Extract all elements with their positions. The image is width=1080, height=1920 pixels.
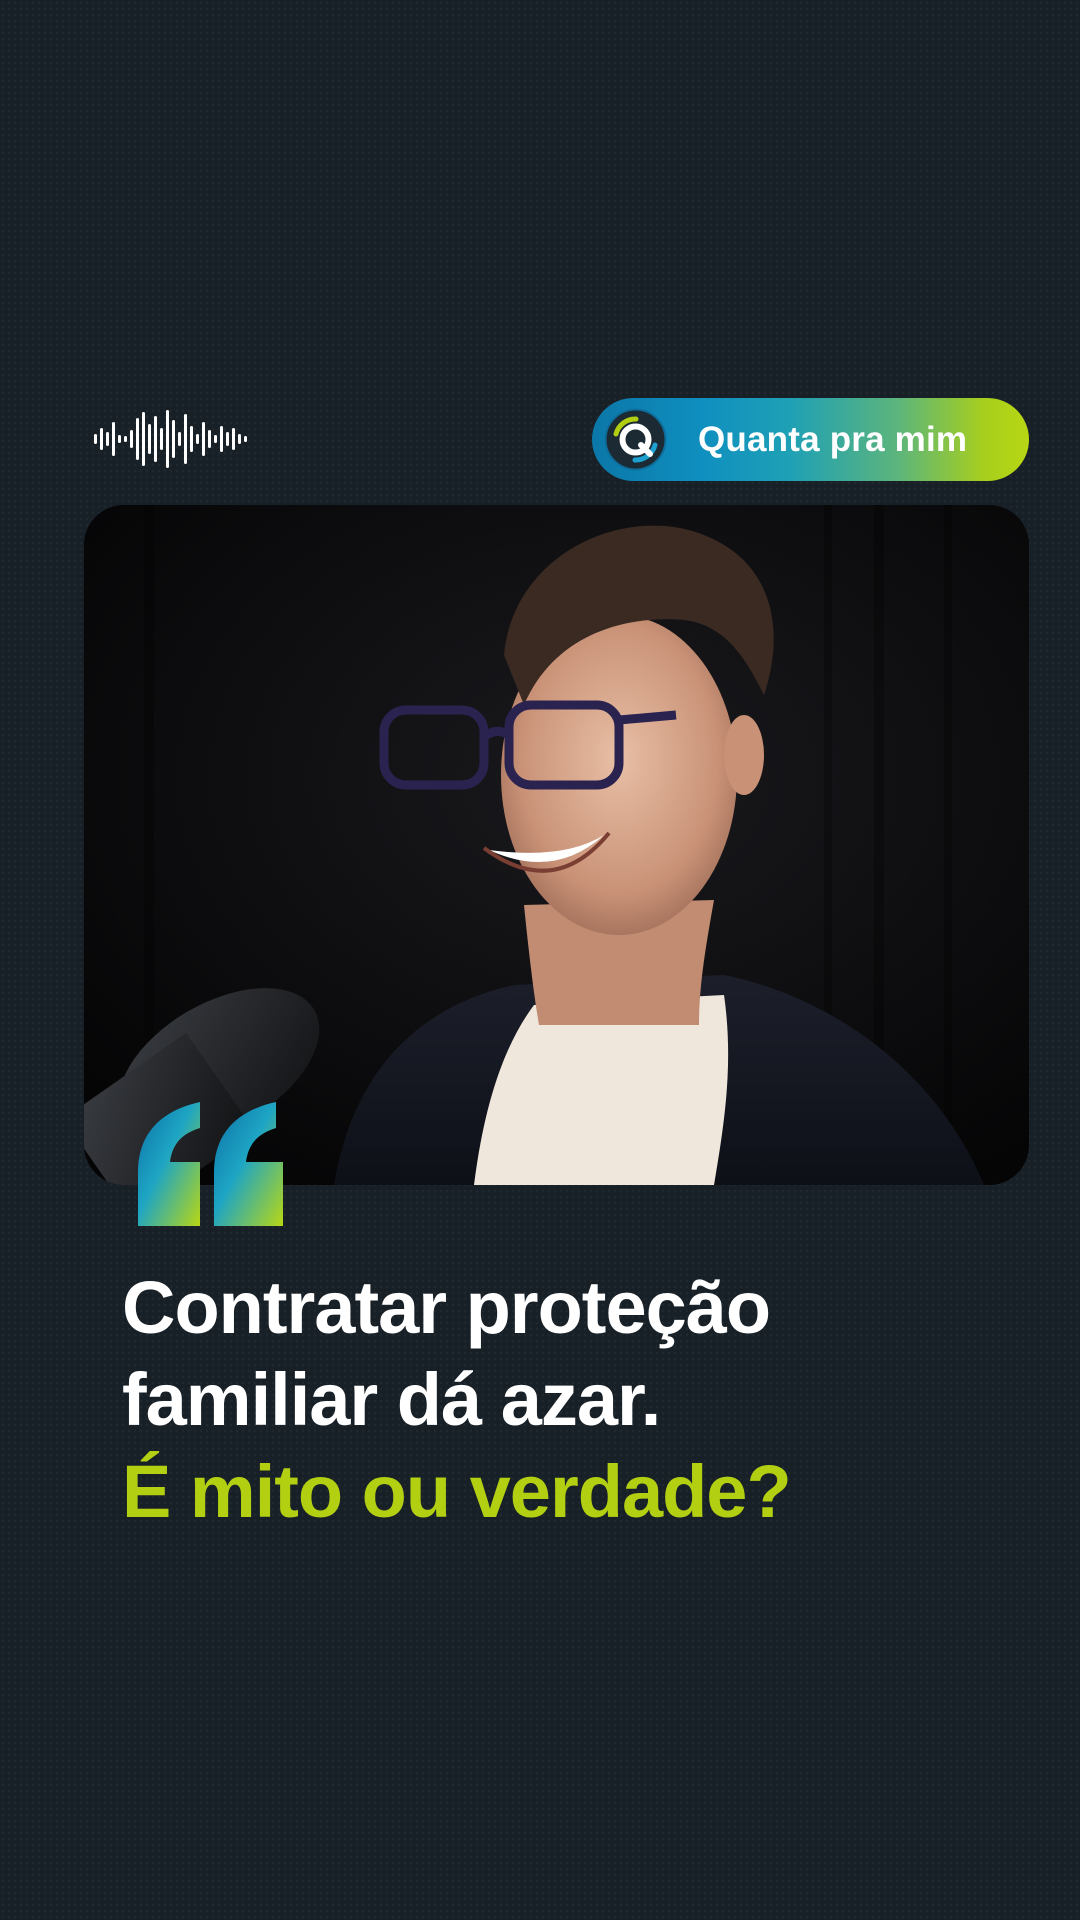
- quote-headline: Contratar proteção familiar dá azar. É m…: [122, 1262, 1022, 1538]
- post-canvas: Quanta pra mim Contratar proteção famili…: [0, 0, 1080, 1920]
- quote-line-1: Contratar proteção: [122, 1266, 771, 1349]
- brand-name: Quanta pra mim: [698, 420, 968, 459]
- quote-highlight: É mito ou verdade?: [122, 1450, 792, 1533]
- brand-badge: Quanta pra mim: [592, 398, 1029, 481]
- quote-mark-icon: [138, 1102, 283, 1226]
- audio-waveform-icon: [94, 410, 247, 468]
- quote-line-2: familiar dá azar.: [122, 1358, 661, 1441]
- guest-photo: [84, 505, 1029, 1185]
- quanta-logo-icon: [604, 408, 667, 471]
